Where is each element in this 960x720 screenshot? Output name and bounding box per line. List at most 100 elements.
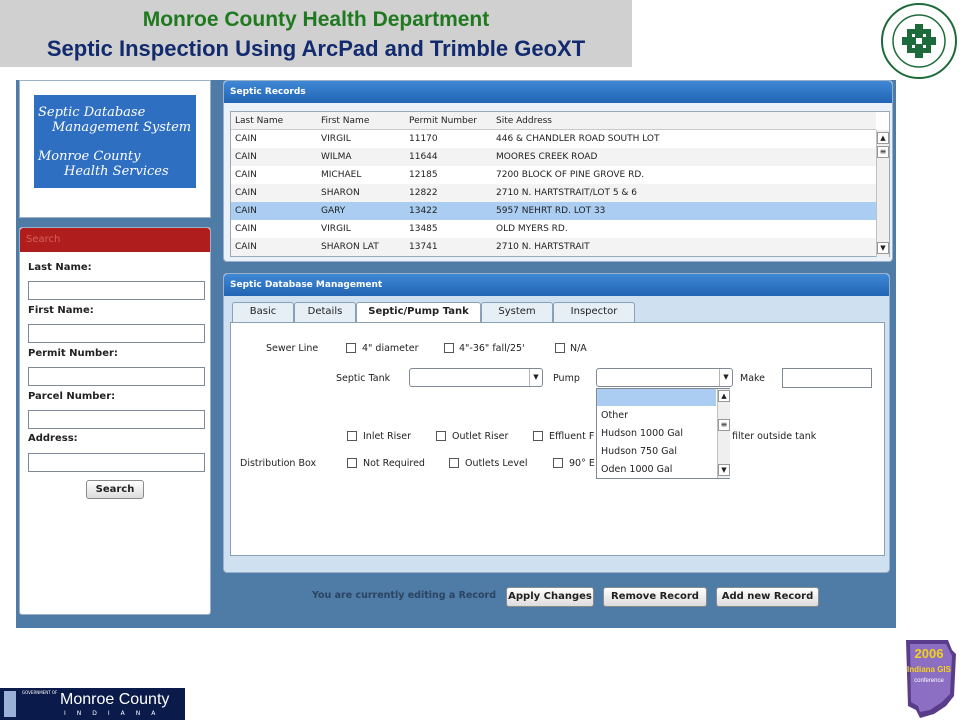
parcel-number-label: Parcel Number: xyxy=(28,391,116,402)
checkbox-label: Outlets Level xyxy=(465,458,528,469)
checkbox-4in-diameter[interactable] xyxy=(346,343,356,353)
checkbox-label: Outlet Riser xyxy=(452,431,509,442)
monroe-county-footer-logo: GOVERNMENT OF Monroe County INDIANA xyxy=(0,688,185,720)
apply-changes-button[interactable]: Apply Changes xyxy=(506,587,594,607)
table-row[interactable]: CAIN VIRGIL 11170 446 & CHANDLER ROAD SO… xyxy=(231,130,876,148)
checkbox-not-required[interactable] xyxy=(347,458,357,468)
slide-title-bar: Monroe County Health Department Septic I… xyxy=(0,0,632,67)
footer-logo-small: GOVERNMENT OF xyxy=(22,690,58,695)
cell: VIRGIL xyxy=(321,224,351,234)
septic-app-window: Septic Database Management System Monroe… xyxy=(16,80,896,628)
cell: WILMA xyxy=(321,152,352,162)
logo-line: Management System xyxy=(52,120,192,135)
checkbox-inlet-riser[interactable] xyxy=(347,431,357,441)
scroll-down-icon[interactable]: ▼ xyxy=(718,464,730,476)
dropdown-item[interactable]: Hudson 750 Gal xyxy=(601,446,677,457)
dropdown-item[interactable]: Other xyxy=(601,410,628,421)
badge-line1: Indiana GIS xyxy=(907,665,952,674)
logo-line: Monroe County xyxy=(38,149,141,164)
dropdown-item[interactable]: Hudson 1000 Gal xyxy=(601,428,683,439)
checkbox-label: N/A xyxy=(570,343,587,354)
scroll-up-icon[interactable]: ▲ xyxy=(718,390,730,402)
tab-details[interactable]: Details xyxy=(294,302,356,322)
search-panel-header: Search xyxy=(20,228,210,252)
remove-record-button[interactable]: Remove Record xyxy=(603,587,707,607)
make-label: Make xyxy=(740,373,766,384)
checkbox-fall[interactable] xyxy=(444,343,454,353)
chevron-down-icon[interactable]: ▼ xyxy=(529,369,542,386)
cell: SHARON LAT xyxy=(321,242,379,252)
table-row[interactable]: CAIN MICHAEL 12185 7200 BLOCK OF PINE GR… xyxy=(231,166,876,184)
dropdown-scrollbar[interactable]: ▲ ≡ ▼ xyxy=(717,389,730,478)
chevron-down-icon[interactable]: ▼ xyxy=(719,369,732,386)
septic-tank-select[interactable]: ▼ xyxy=(409,368,543,387)
table-row[interactable]: CAIN SHARON LAT 13741 2710 N. HARTSTRAIT xyxy=(231,238,876,256)
column-header[interactable]: Permit Number xyxy=(409,116,477,126)
cell: 13422 xyxy=(409,206,438,216)
badge-year: 2006 xyxy=(915,646,944,661)
slide-subtitle: Septic Inspection Using ArcPad and Trimb… xyxy=(46,36,586,61)
first-name-label: First Name: xyxy=(28,305,94,316)
footer-logo-name: Monroe County xyxy=(60,691,170,708)
septic-tank-label: Septic Tank xyxy=(336,373,391,384)
column-header[interactable]: Site Address xyxy=(496,116,552,126)
cell: CAIN xyxy=(235,170,257,180)
column-header[interactable]: Last Name xyxy=(235,116,283,126)
search-button[interactable]: Search xyxy=(86,480,144,499)
tab-basic[interactable]: Basic xyxy=(232,302,294,322)
cell: CAIN xyxy=(235,224,257,234)
permit-number-input[interactable] xyxy=(28,367,205,386)
pump-dropdown-list: Other Hudson 1000 Gal Hudson 750 Gal Ode… xyxy=(596,388,730,479)
last-name-input[interactable] xyxy=(28,281,205,300)
checkbox-outlets-level[interactable] xyxy=(449,458,459,468)
records-scrollbar[interactable]: ▲ ≡ ▼ xyxy=(876,130,889,257)
table-row[interactable]: CAIN WILMA 11644 MOORES CREEK ROAD xyxy=(231,148,876,166)
cell: MICHAEL xyxy=(321,170,362,180)
management-header: Septic Database Management xyxy=(224,274,889,296)
table-row[interactable]: CAIN VIRGIL 13485 OLD MYERS RD. xyxy=(231,220,876,238)
add-new-record-button[interactable]: Add new Record xyxy=(716,587,819,607)
scroll-up-icon[interactable]: ▲ xyxy=(877,132,889,144)
cell: 2710 N. HARTSTRAIT xyxy=(496,242,590,252)
table-row[interactable]: CAIN SHARON 12822 2710 N. HARTSTRAIT/LOT… xyxy=(231,184,876,202)
cell: 13741 xyxy=(409,242,438,252)
scroll-down-icon[interactable]: ▼ xyxy=(877,242,889,254)
checkbox-label: 90° E xyxy=(569,458,595,469)
scroll-thumb[interactable]: ≡ xyxy=(877,146,889,158)
cell: OLD MYERS RD. xyxy=(496,224,568,234)
first-name-input[interactable] xyxy=(28,324,205,343)
checkbox-90-elbow[interactable] xyxy=(553,458,563,468)
pump-label: Pump xyxy=(553,373,580,384)
cell: CAIN xyxy=(235,242,257,252)
checkbox-na[interactable] xyxy=(555,343,565,353)
dropdown-item-blank[interactable] xyxy=(597,389,716,406)
checkbox-outlet-riser[interactable] xyxy=(436,431,446,441)
scroll-thumb[interactable]: ≡ xyxy=(718,419,730,431)
cell: 12185 xyxy=(409,170,438,180)
dropdown-item[interactable]: Oden 1000 Gal xyxy=(601,464,672,475)
cell: 12822 xyxy=(409,188,438,198)
column-header[interactable]: First Name xyxy=(321,116,369,126)
cell: MOORES CREEK ROAD xyxy=(496,152,598,162)
sewer-line-label: Sewer Line xyxy=(266,343,319,354)
parcel-number-input[interactable] xyxy=(28,410,205,429)
checkbox-effluent-filter[interactable] xyxy=(533,431,543,441)
cell: 13485 xyxy=(409,224,438,234)
tab-inspector[interactable]: Inspector xyxy=(553,302,635,322)
footer-logo-state: INDIANA xyxy=(64,710,167,717)
pump-select[interactable]: ▼ xyxy=(596,368,733,387)
cell: CAIN xyxy=(235,206,257,216)
logo-line: Septic Database xyxy=(38,105,146,120)
badge-line2: conference xyxy=(914,678,944,684)
address-input[interactable] xyxy=(28,453,205,472)
checkbox-label: 4"-36" fall/25' xyxy=(459,343,525,354)
table-row-selected[interactable]: CAIN GARY 13422 5957 NEHRT RD. LOT 33 xyxy=(231,202,876,220)
make-input[interactable] xyxy=(782,368,872,388)
tab-septic-pump-tank[interactable]: Septic/Pump Tank xyxy=(356,302,481,323)
tab-system[interactable]: System xyxy=(481,302,553,322)
cell: 11170 xyxy=(409,134,438,144)
cell: VIRGIL xyxy=(321,134,351,144)
last-name-label: Last Name: xyxy=(28,262,92,273)
cell: 11644 xyxy=(409,152,438,162)
search-panel: Search Last Name: First Name: Permit Num… xyxy=(19,227,211,615)
